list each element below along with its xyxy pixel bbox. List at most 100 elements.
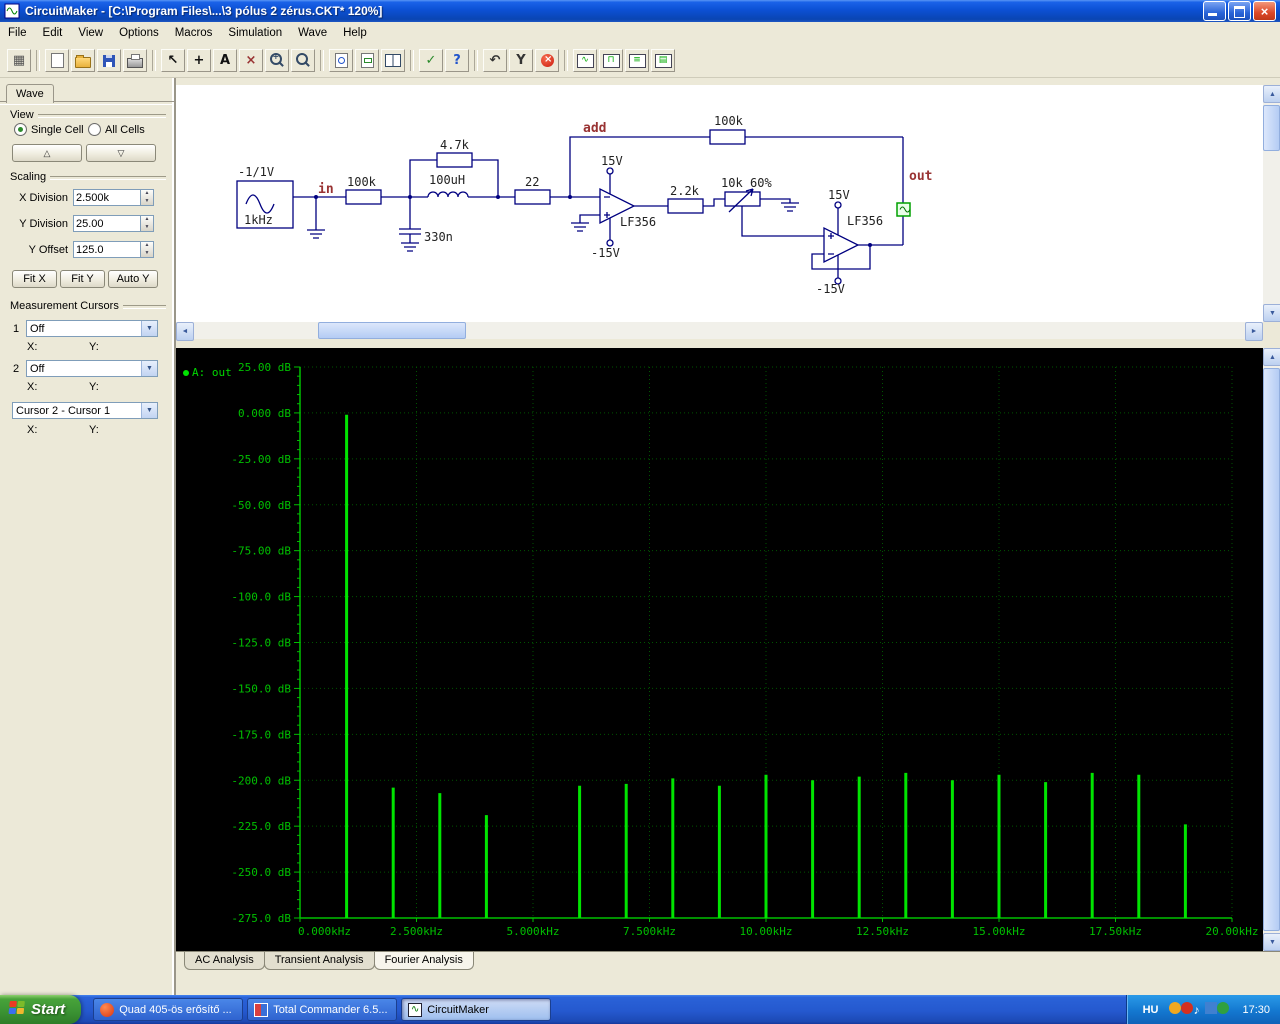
cursor2-select[interactable]: Off ▼ [26, 360, 158, 377]
y-division-input[interactable] [73, 215, 141, 232]
potentiometer-10k[interactable]: 10k 60% [721, 176, 772, 213]
network-icon[interactable] [1205, 1002, 1218, 1014]
taskbar-item-quad[interactable]: Quad 405-ös erősítő ... [93, 998, 244, 1021]
single-cell-radio[interactable]: Single Cell [14, 123, 84, 136]
reset-button[interactable]: ↶ [483, 49, 507, 72]
signal-generator[interactable]: -1/1V 1kHz [236, 165, 294, 229]
tab-wave[interactable]: Wave [6, 84, 54, 103]
y-offset-spinner[interactable]: ▲ ▼ [141, 241, 154, 258]
y-offset-input[interactable] [73, 241, 141, 258]
spin-up-icon[interactable]: ▲ [141, 190, 153, 198]
analyses-window-button[interactable]: ≡ [625, 49, 649, 72]
fit-x-button[interactable]: Fit X [12, 270, 57, 288]
trace-down-button[interactable]: ▽ [86, 144, 156, 162]
new-button[interactable] [45, 49, 69, 72]
plot-vertical-scrollbar[interactable]: ▲ ▼ [1263, 348, 1280, 951]
cursor1-select[interactable]: Off ▼ [26, 320, 158, 337]
schematic-horizontal-scrollbar[interactable]: ◄ ► [176, 322, 1263, 341]
scrollbar-track[interactable] [1263, 103, 1280, 304]
tab-fourier-analysis[interactable]: Fourier Analysis [373, 952, 474, 970]
print-button[interactable] [123, 49, 147, 72]
antivirus-icon[interactable] [1181, 1002, 1194, 1014]
titlebar[interactable]: CircuitMaker - [C:\Program Files\...\3 p… [0, 0, 1280, 22]
delete-tool-button[interactable]: × [239, 49, 263, 72]
resistor-100k-feedback[interactable]: 100k [709, 114, 746, 145]
resistor-4.7k[interactable]: 4.7k [436, 138, 473, 168]
spin-up-icon[interactable]: ▲ [141, 242, 153, 250]
menu-simulation[interactable]: Simulation [220, 24, 290, 42]
cursor-difference-select[interactable]: Cursor 2 - Cursor 1 ▼ [12, 402, 158, 419]
probe-tool-button[interactable]: Y [509, 49, 533, 72]
taskbar-item-total-commander[interactable]: Total Commander 6.5... [247, 998, 398, 1021]
scrollbar-thumb[interactable] [318, 322, 466, 339]
opamp1-lf356[interactable]: 15V -15V LF356 [591, 154, 656, 260]
scroll-up-icon[interactable]: ▲ [1263, 85, 1280, 103]
menu-edit[interactable]: Edit [35, 24, 71, 42]
tab-transient-analysis[interactable]: Transient Analysis [263, 952, 375, 970]
taskbar-item-circuitmaker[interactable]: ∿ CircuitMaker [401, 998, 552, 1021]
digital-scope-button[interactable]: ⊓ [599, 49, 623, 72]
zoom-page-button[interactable] [329, 49, 353, 72]
scroll-up-icon[interactable]: ▲ [1263, 348, 1280, 366]
x-division-spinner[interactable]: ▲ ▼ [141, 189, 154, 206]
resistor-2.2k[interactable]: 2.2k [667, 184, 704, 214]
messenger-icon[interactable] [1217, 1002, 1230, 1014]
dropdown-arrow-icon[interactable]: ▼ [141, 361, 157, 376]
all-cells-radio[interactable]: All Cells [88, 123, 145, 136]
start-button[interactable]: Start [0, 995, 82, 1024]
tile-windows-button[interactable] [381, 49, 405, 72]
mixed-display-button[interactable]: ▤ [651, 49, 675, 72]
spin-down-icon[interactable]: ▼ [141, 224, 153, 232]
menu-macros[interactable]: Macros [167, 24, 221, 42]
scrollbar-track[interactable] [1263, 366, 1280, 933]
save-button[interactable] [97, 49, 121, 72]
inductor-100uH[interactable]: 100uH [427, 173, 469, 198]
resistor-100k-input[interactable]: 100k [345, 175, 382, 205]
restore-button[interactable] [1228, 1, 1251, 21]
close-button[interactable]: × [1253, 1, 1276, 21]
menu-wave[interactable]: Wave [290, 24, 335, 42]
text-tool-button[interactable]: A [213, 49, 237, 72]
trace-up-button[interactable]: △ [12, 144, 82, 162]
scrollbar-track[interactable] [194, 322, 1245, 339]
scroll-right-icon[interactable]: ► [1245, 322, 1263, 341]
capacitor-330n[interactable]: 330n [399, 228, 453, 244]
dropdown-arrow-icon[interactable]: ▼ [141, 403, 157, 418]
stop-simulation-button[interactable] [535, 49, 559, 72]
zoom-tool-button[interactable] [291, 49, 315, 72]
x-division-input[interactable] [73, 189, 141, 206]
language-indicator[interactable]: HU [1139, 1002, 1163, 1018]
zoom-in-tool-button[interactable] [265, 49, 289, 72]
tab-ac-analysis[interactable]: AC Analysis [184, 952, 265, 970]
open-button[interactable] [71, 49, 95, 72]
minimize-button[interactable] [1203, 1, 1226, 21]
scroll-down-icon[interactable]: ▼ [1263, 933, 1280, 951]
components-button[interactable]: ▦ [7, 49, 31, 72]
opamp2-lf356[interactable]: 15V -15V LF356 [816, 188, 883, 296]
menu-help[interactable]: Help [335, 24, 375, 42]
menu-options[interactable]: Options [111, 24, 167, 42]
auto-y-button[interactable]: Auto Y [108, 270, 158, 288]
scroll-left-icon[interactable]: ◄ [176, 322, 194, 341]
dropdown-arrow-icon[interactable]: ▼ [141, 321, 157, 336]
fit-y-button[interactable]: Fit Y [60, 270, 105, 288]
spin-down-icon[interactable]: ▼ [141, 198, 153, 206]
scroll-down-icon[interactable]: ▼ [1263, 304, 1280, 322]
scrollbar-thumb[interactable] [1263, 368, 1280, 931]
menu-view[interactable]: View [70, 24, 111, 42]
spin-up-icon[interactable]: ▲ [141, 216, 153, 224]
scrollbar-thumb[interactable] [1263, 105, 1280, 151]
waveforms-button[interactable]: ∿ [573, 49, 597, 72]
y-division-spinner[interactable]: ▲ ▼ [141, 215, 154, 232]
menu-file[interactable]: File [0, 24, 35, 42]
arrow-tool-button[interactable]: ↖ [161, 49, 185, 72]
schematic-vertical-scrollbar[interactable]: ▲ ▼ [1263, 85, 1280, 322]
scope-probe-marker[interactable] [896, 202, 911, 217]
volume-icon[interactable]: ♪ [1193, 1003, 1205, 1017]
zoom-selection-button[interactable] [355, 49, 379, 72]
waveform-plot[interactable]: 25.00 dB 0.000 dB -25.00 dB -50.00 dB -75.00… [176, 348, 1280, 951]
scheduler-icon[interactable] [1169, 1002, 1182, 1014]
place-part-button[interactable]: + [187, 49, 211, 72]
help-button[interactable]: ? [445, 49, 469, 72]
resistor-22[interactable]: 22 [514, 175, 551, 205]
